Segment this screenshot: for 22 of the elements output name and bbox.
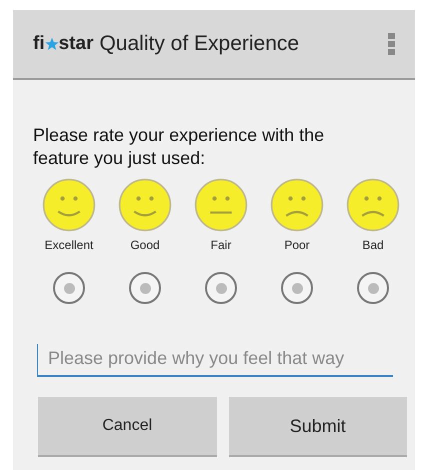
face-icon xyxy=(42,178,96,232)
rating-label: Bad xyxy=(362,238,384,252)
comment-field[interactable]: Please provide why you feel that way xyxy=(37,344,393,377)
radio-button[interactable] xyxy=(281,272,313,304)
rating-label: Excellent xyxy=(44,238,94,252)
rating-label: Good xyxy=(130,238,160,252)
face-icon xyxy=(346,178,400,232)
action-button[interactable]: Cancel xyxy=(38,397,216,457)
face-icon xyxy=(118,178,172,232)
action-button[interactable]: Submit xyxy=(228,397,407,457)
face-icon xyxy=(270,178,324,232)
face-icon xyxy=(194,178,248,232)
prompt-text: Please rate your experience with the feature you just used: xyxy=(33,124,326,170)
overflow-menu-icon[interactable] xyxy=(388,33,395,55)
radio-button[interactable] xyxy=(129,272,161,304)
app-title: Quality of Experience xyxy=(99,32,300,56)
rating-label: Poor xyxy=(284,238,310,252)
radio-button[interactable] xyxy=(53,272,85,304)
radio-button[interactable] xyxy=(357,272,389,304)
rating-label: Fair xyxy=(210,238,232,252)
radio-button[interactable] xyxy=(205,272,237,304)
logo: fi star xyxy=(33,33,94,55)
